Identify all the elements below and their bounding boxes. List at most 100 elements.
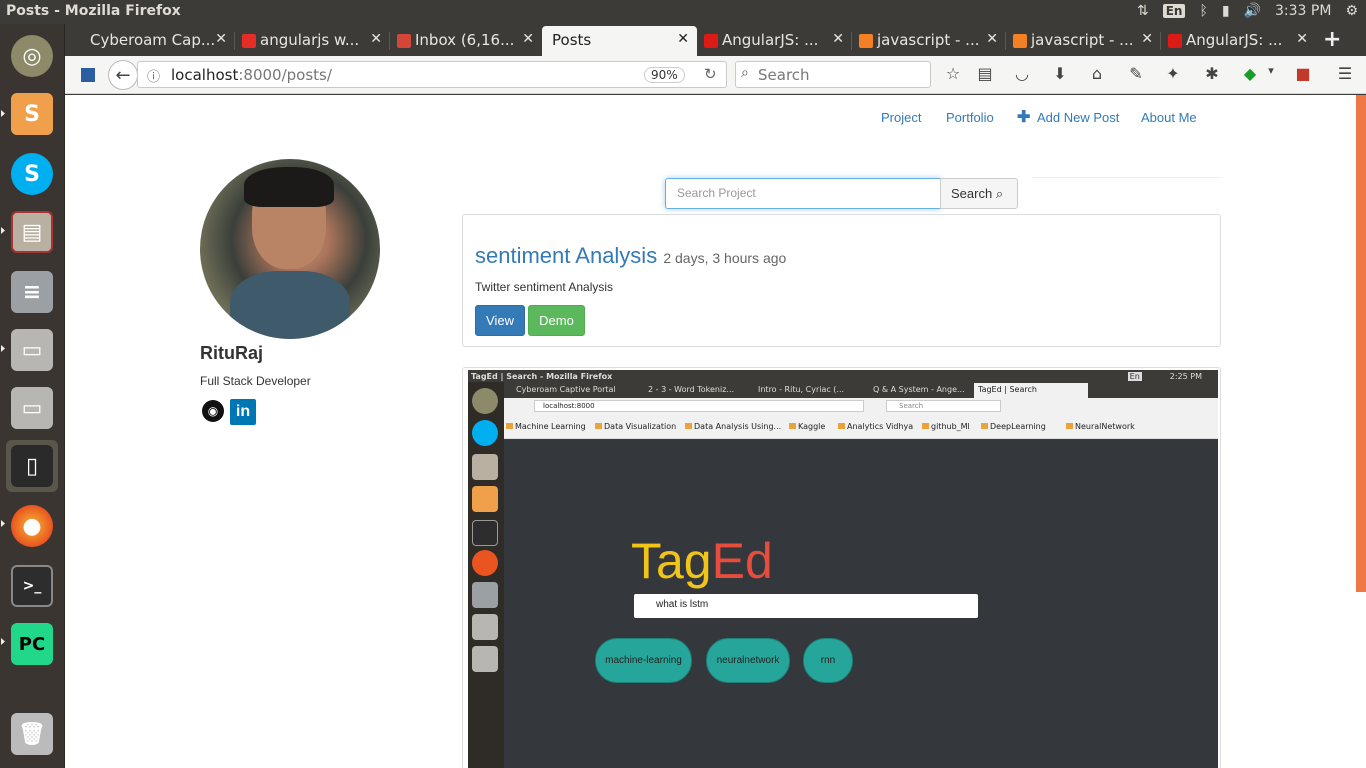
keyboard-layout-indicator[interactable]: En — [1162, 4, 1186, 18]
project-search-button[interactable]: Search ⌕ — [940, 178, 1018, 209]
nav-about-link[interactable]: About Me — [1141, 110, 1197, 125]
linkedin-icon[interactable]: in — [230, 399, 256, 425]
ubuntu-icon[interactable]: ◎ — [6, 30, 58, 82]
project-search-input[interactable]: Search Project — [665, 178, 941, 209]
battery-icon[interactable]: ▮ — [1222, 3, 1230, 19]
close-icon[interactable]: ✕ — [370, 31, 382, 47]
demo-button[interactable]: Demo — [528, 305, 585, 336]
pycharm-icon[interactable]: PC — [6, 618, 58, 670]
close-icon[interactable]: ✕ — [986, 31, 998, 47]
menu-icon[interactable]: ☰ — [1335, 64, 1355, 84]
info-icon[interactable]: ⓘ — [147, 66, 160, 85]
close-icon[interactable]: ✕ — [1141, 31, 1153, 47]
volume-icon[interactable]: 🔊 — [1244, 3, 1261, 19]
tab-favicon — [72, 34, 86, 48]
close-icon[interactable]: ✕ — [215, 31, 227, 47]
pocket-icon[interactable]: ◡ — [1012, 64, 1032, 84]
tab-angularjs-1[interactable]: AngularJS: ... ✕ — [697, 26, 852, 56]
avatar — [200, 159, 380, 339]
tab-strip: Cyberoam Cap... ✕ angularjs w... ✕ Inbox… — [65, 24, 1366, 56]
tab-javascript-1[interactable]: javascript - ... ✕ — [852, 26, 1006, 56]
view-button[interactable]: View — [475, 305, 525, 336]
file-manager-icon[interactable]: ▤ — [6, 206, 58, 258]
skype-icon[interactable]: S — [6, 148, 58, 200]
database-icon — [472, 582, 498, 608]
plus-icon[interactable]: ✚ — [1017, 107, 1030, 127]
close-icon[interactable]: ✕ — [832, 31, 844, 47]
post-time: 2 days, 3 hours ago — [663, 250, 787, 266]
running-indicator — [1, 227, 5, 234]
chevron-down-icon[interactable]: ▾ — [1261, 64, 1281, 84]
close-icon[interactable]: ✕ — [1296, 31, 1308, 47]
nav-portfolio-link[interactable]: Portfolio — [946, 110, 994, 125]
tab-angularjs-2[interactable]: AngularJS: ... ✕ — [1161, 26, 1316, 56]
github-icon[interactable]: ◉ — [202, 400, 224, 422]
stackoverflow-icon — [859, 34, 873, 48]
running-indicator — [1, 110, 5, 117]
gear-icon[interactable]: ⚙ — [1345, 3, 1358, 19]
clock[interactable]: 3:33 PM — [1275, 3, 1331, 19]
embedded-bookmarks-bar: Machine Learning Data Visualization Data… — [504, 414, 1218, 439]
tab-label: AngularJS: ... — [1186, 31, 1283, 49]
tab-posts[interactable]: Posts ✕ — [542, 26, 697, 56]
bluetooth-icon[interactable]: ᛒ — [1199, 3, 1207, 19]
phone-icon[interactable]: ▯ — [6, 440, 58, 492]
post-card: sentiment Analysis 2 days, 3 hours ago T… — [462, 214, 1221, 347]
close-icon[interactable]: ✕ — [677, 31, 689, 47]
navigation-toolbar: ← ⓘ localhost:8000/posts/ 90% ↻ ⌕ Search… — [65, 56, 1366, 94]
firefox-icon[interactable]: ● — [6, 500, 58, 552]
tab-label: angularjs w... — [260, 31, 360, 49]
skype-icon — [472, 420, 498, 446]
new-tab-button[interactable]: + — [1323, 27, 1341, 52]
taged-logo: TagEd — [631, 533, 773, 589]
embedded-window-title: TagEd | Search - Mozilla Firefox — [471, 372, 613, 381]
back-button[interactable]: ← — [108, 60, 138, 90]
tab-label: javascript - ... — [1031, 31, 1134, 49]
addon-icon[interactable]: ■ — [1293, 64, 1313, 84]
sublime-text-icon[interactable]: S — [6, 88, 58, 140]
tab-javascript-2[interactable]: javascript - ... ✕ — [1006, 26, 1161, 56]
reading-list-icon[interactable]: ▤ — [975, 64, 995, 84]
extension-icon[interactable]: ✎ — [1126, 64, 1146, 84]
download-icon[interactable]: ⬇ — [1050, 64, 1070, 84]
extension-icon-3[interactable]: ✱ — [1202, 64, 1222, 84]
firefox-icon — [472, 550, 498, 576]
tab-cyberoam[interactable]: Cyberoam Cap... ✕ — [65, 26, 235, 56]
youtube-icon — [242, 34, 256, 48]
tab-label: Posts — [552, 31, 592, 49]
embedded-clock: En 2:25 PM — [1127, 372, 1202, 381]
extension-icon-2[interactable]: ✦ — [1163, 64, 1183, 84]
embedded-search: Search — [886, 400, 1001, 412]
post-image-card: TagEd | Search - Mozilla Firefox En 2:25 … — [462, 367, 1221, 768]
embedded-tab-strip: Cyberoam Captive Portal 2 - 3 - Word Tok… — [504, 382, 1218, 398]
tab-label: Cyberoam Cap... — [90, 31, 216, 49]
tab-angularjs-youtube[interactable]: angularjs w... ✕ — [235, 26, 390, 56]
terminal-icon[interactable]: >_ — [6, 560, 58, 612]
stackoverflow-icon — [1013, 34, 1027, 48]
post-title[interactable]: sentiment Analysis 2 days, 3 hours ago — [475, 243, 786, 269]
network-transfer-icon[interactable]: ⇅ — [1137, 3, 1149, 19]
launcher: ◎ S S ▤ ≡ ▭ ▭ ▯ ● >_ PC 🗑 — [0, 24, 65, 768]
taged-query-input: what is lstm — [634, 594, 978, 618]
close-icon[interactable]: ✕ — [522, 31, 534, 47]
nav-project-link[interactable]: Project — [881, 110, 921, 125]
page-scrollbar[interactable] — [1356, 95, 1366, 592]
file-manager-icon — [472, 454, 498, 480]
reload-icon[interactable]: ↻ — [704, 65, 717, 83]
search-input[interactable]: ⌕ Search — [735, 61, 931, 88]
drive-icon-2 — [472, 646, 498, 672]
nav-add-post-link[interactable]: Add New Post — [1037, 110, 1119, 125]
database-icon[interactable]: ≡ — [6, 266, 58, 318]
cube-extension-icon[interactable]: ◆ — [1240, 64, 1260, 84]
trash-icon[interactable]: 🗑 — [6, 708, 58, 760]
bookmark-star-icon[interactable]: ☆ — [943, 64, 963, 84]
tab-inbox[interactable]: Inbox (6,16... ✕ — [390, 26, 542, 56]
zoom-indicator[interactable]: 90% — [644, 67, 685, 83]
drive-icon — [472, 614, 498, 640]
search-icon: ⌕ — [995, 186, 1004, 201]
drive-icon-2[interactable]: ▭ — [6, 382, 58, 434]
post-description: Twitter sentiment Analysis — [475, 280, 614, 294]
home-icon[interactable]: ⌂ — [1087, 64, 1107, 84]
drive-icon[interactable]: ▭ — [6, 324, 58, 376]
url-bar[interactable]: ⓘ localhost:8000/posts/ 90% ↻ — [137, 61, 727, 88]
